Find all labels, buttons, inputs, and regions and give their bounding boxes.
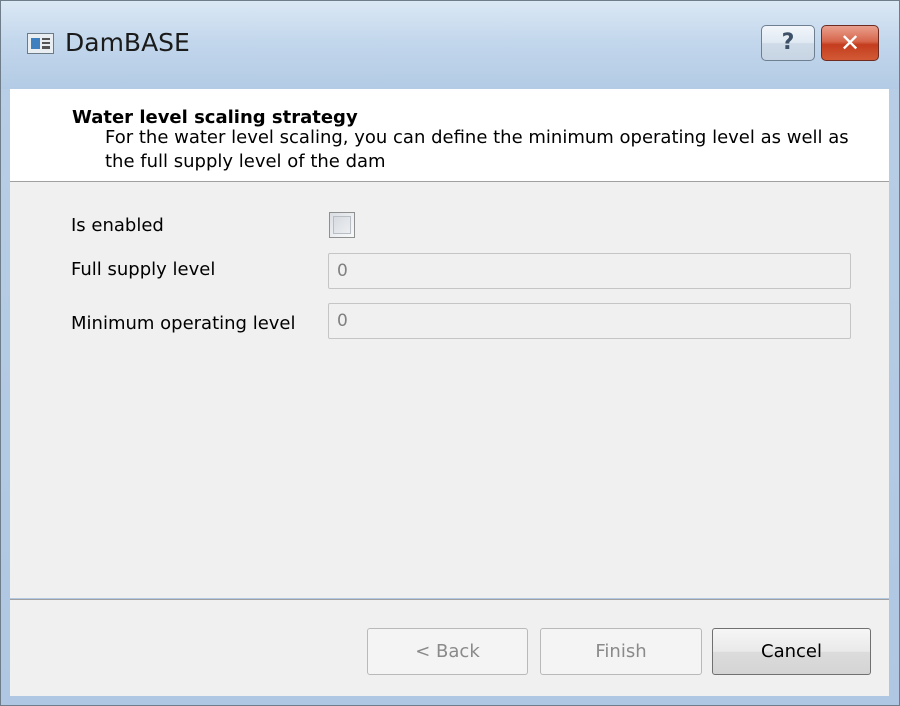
close-button[interactable]: ✕ (821, 25, 879, 61)
finish-button[interactable]: Finish (540, 628, 702, 675)
wizard-window: DamBASE ? ✕ Water level scaling strategy… (0, 0, 900, 706)
help-button[interactable]: ? (761, 25, 815, 61)
is-enabled-checkbox[interactable] (329, 212, 355, 238)
window-title: DamBASE (65, 28, 190, 57)
minimum-operating-level-input[interactable]: 0 (328, 303, 851, 339)
form-panel (10, 182, 889, 598)
full-supply-level-label: Full supply level (71, 259, 216, 280)
app-icon (27, 33, 54, 54)
page-title: Water level scaling strategy (72, 107, 358, 128)
is-enabled-label: Is enabled (71, 215, 164, 236)
page-description: For the water level scaling, you can def… (105, 127, 849, 172)
back-button[interactable]: < Back (367, 628, 528, 675)
title-bar[interactable]: DamBASE ? ✕ (1, 1, 899, 89)
cancel-button[interactable]: Cancel (712, 628, 871, 675)
full-supply-level-input[interactable]: 0 (328, 253, 851, 289)
wizard-header: Water level scaling strategy For the wat… (10, 89, 889, 181)
minimum-operating-level-label: Minimum operating level (71, 313, 296, 334)
